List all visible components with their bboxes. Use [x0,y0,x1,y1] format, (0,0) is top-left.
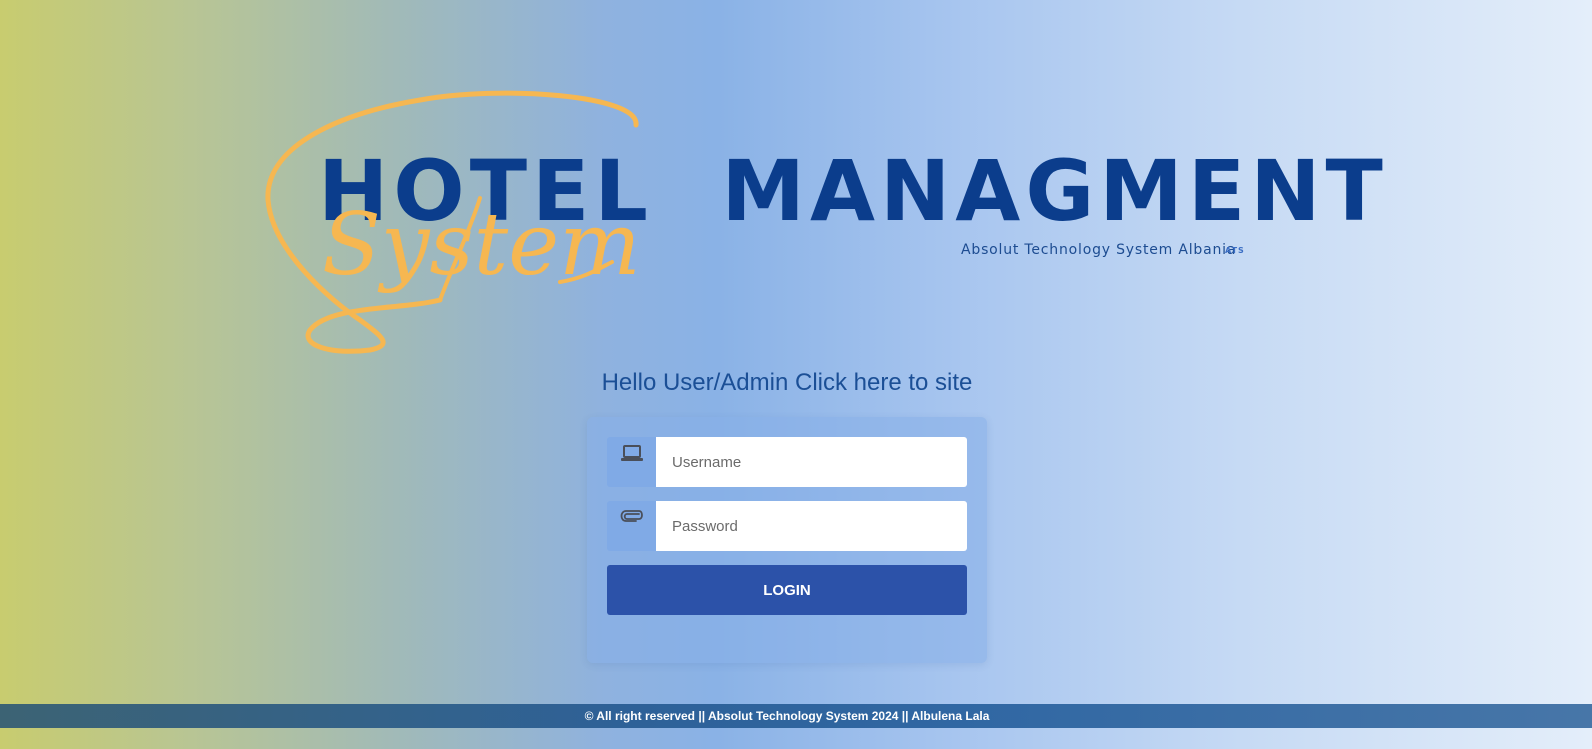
footer-copyright: © All right reserved || Absolut Technolo… [584,709,990,723]
paperclip-icon [607,501,656,551]
password-field[interactable] [656,501,967,551]
username-row [607,437,967,487]
logo-script-word: System [322,195,641,295]
logo-tagline: Absolut Technology System Albania [961,242,1237,258]
logo-badge: ATS [1225,246,1245,255]
hotel-management-logo: HOTEL MANAGMENT System Absolut Technolog… [0,0,1592,360]
login-card: LOGIN [587,417,987,663]
site-link[interactable]: Hello User/Admin Click here to site [0,369,1574,397]
login-button[interactable]: LOGIN [607,565,967,615]
laptop-icon [607,437,656,487]
password-row [607,501,967,551]
footer-bar: © All right reserved || Absolut Technolo… [0,704,1592,728]
username-field[interactable] [656,437,967,487]
